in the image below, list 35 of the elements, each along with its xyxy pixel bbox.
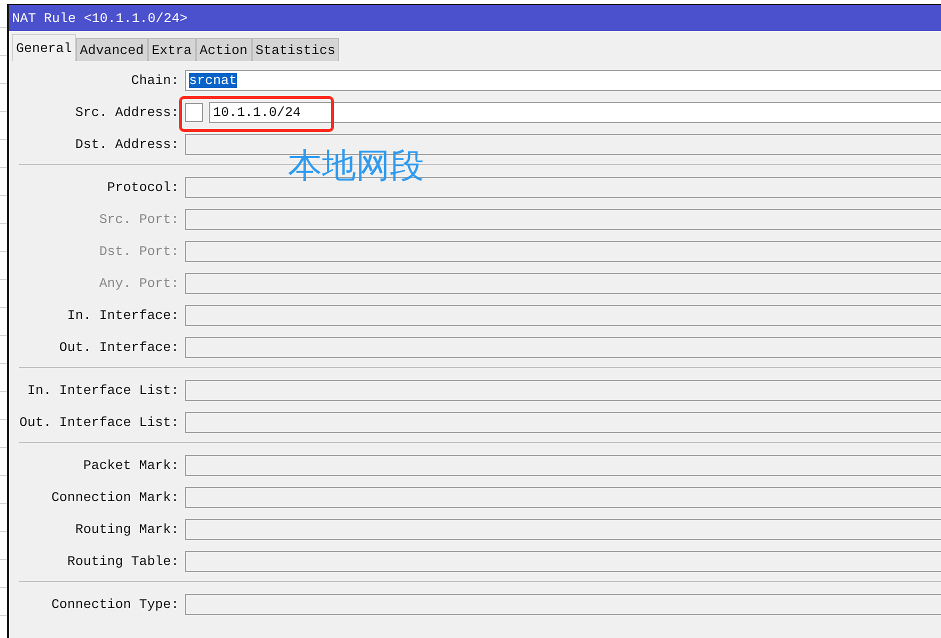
input-field[interactable] (185, 455, 941, 476)
field-label: Out. Interface: (58, 340, 179, 355)
input-field[interactable] (185, 594, 941, 615)
input-field[interactable] (185, 551, 941, 572)
tab[interactable]: Statistics (252, 38, 340, 61)
tab[interactable]: Advanced (76, 38, 148, 61)
field-label: Out. Interface List: (18, 415, 179, 430)
field-label: In. Interface: (66, 308, 179, 323)
field-label: Src. Address: (74, 105, 179, 120)
annotation-text: 本地网段 (288, 145, 424, 188)
field-label: Connection Mark: (50, 490, 179, 505)
input-field[interactable] (185, 380, 941, 401)
field-label: Any. Port: (98, 276, 179, 291)
tab[interactable]: Action (196, 38, 252, 61)
input-field[interactable] (185, 305, 941, 326)
field-label: Packet Mark: (82, 458, 179, 473)
field-label: Src. Port: (98, 212, 179, 227)
input-field[interactable]: 10.1.1.0/24 (209, 102, 941, 123)
tab[interactable]: General (12, 34, 76, 61)
field-label: Dst. Address: (74, 137, 179, 152)
input-field[interactable] (185, 487, 941, 508)
tab[interactable]: Extra (148, 38, 196, 61)
input-field[interactable] (185, 337, 941, 358)
input-field[interactable] (185, 519, 941, 540)
input-field[interactable]: srcnat (185, 70, 941, 91)
checkbox[interactable] (185, 103, 203, 122)
field-label: Connection Type: (50, 597, 179, 612)
field-label: In. Interface List: (26, 383, 179, 398)
field-label: Chain: (130, 73, 179, 88)
input-field[interactable] (185, 412, 941, 433)
field-label: Routing Mark: (74, 522, 179, 537)
field-label: Routing Table: (66, 554, 179, 569)
field-label: Protocol: (106, 180, 179, 195)
field-label: Dst. Port: (98, 244, 179, 259)
window-title: NAT Rule <10.1.1.0/24> (12, 10, 188, 26)
